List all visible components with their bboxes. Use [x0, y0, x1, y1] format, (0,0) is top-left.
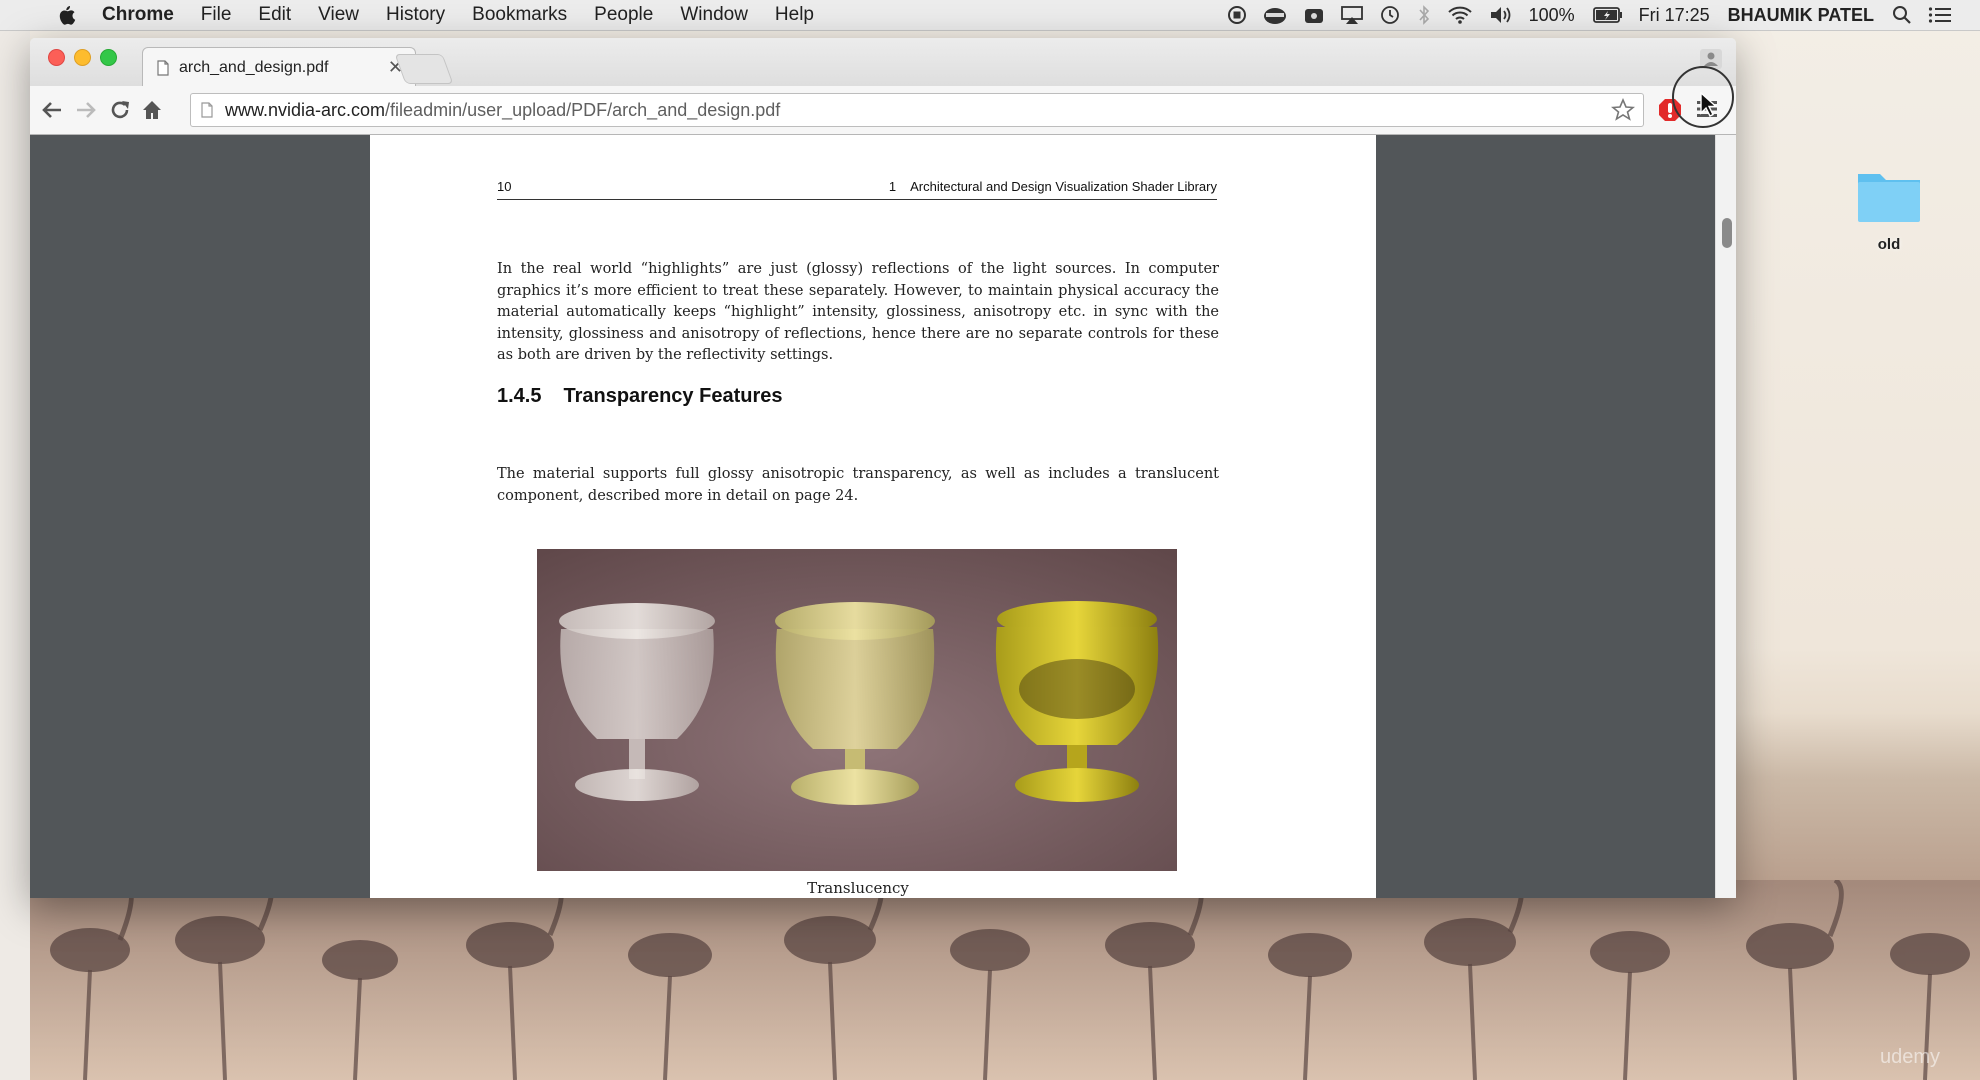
battery-icon[interactable] [1592, 6, 1623, 24]
url-host: www.nvidia-arc.com [225, 99, 386, 120]
spotlight-search-icon[interactable] [1892, 5, 1912, 25]
menubar-status-area: 100% Fri 17:25 BHAUMIK PATEL [1227, 0, 1980, 30]
pdf-viewer[interactable]: 10 1 Architectural and Design Visualizati… [30, 135, 1736, 898]
airplay-icon[interactable] [1340, 5, 1363, 25]
menu-history[interactable]: History [386, 4, 445, 26]
video-watermark: udemy [1880, 1046, 1941, 1068]
browser-tab-active[interactable]: arch_and_design.pdf ✕ [142, 47, 416, 87]
menu-people[interactable]: People [594, 4, 653, 26]
url-text[interactable]: www.nvidia-arc.com/fileadmin/user_upload… [225, 100, 1611, 121]
window-minimize-button[interactable] [74, 49, 91, 66]
chrome-window: arch_and_design.pdf ✕ www.nvidia-arc.com… [30, 38, 1736, 898]
new-tab-button[interactable] [394, 54, 454, 84]
figure-caption: Translucency [807, 879, 909, 897]
url-path: /fileadmin/user_upload/PDF/arch_and_desi… [385, 99, 781, 120]
home-button[interactable] [138, 96, 166, 124]
pdf-page-number: 10 [497, 179, 512, 194]
pdf-chapter-number: 1 [888, 179, 897, 194]
helmet-icon[interactable] [1263, 5, 1287, 25]
tab-title: arch_and_design.pdf [179, 58, 329, 76]
flamingo-wallpaper-art [30, 880, 1980, 1080]
folder-label[interactable]: old [1840, 236, 1938, 253]
pdf-section-number: 1.4.5 [497, 385, 542, 407]
address-bar[interactable]: www.nvidia-arc.com/fileadmin/user_upload… [190, 93, 1644, 127]
pdf-chapter-title: Architectural and Design Visualization S… [910, 179, 1217, 194]
forward-button[interactable] [72, 96, 100, 124]
wifi-icon[interactable] [1447, 5, 1473, 25]
back-button[interactable] [38, 96, 66, 124]
macos-menubar: Chrome File Edit View History Bookmarks … [0, 0, 1980, 31]
menu-bookmarks[interactable]: Bookmarks [472, 4, 567, 26]
record-icon[interactable] [1227, 5, 1247, 25]
window-titlebar[interactable]: arch_and_design.pdf ✕ [30, 38, 1736, 87]
vertical-scrollbar[interactable] [1715, 135, 1736, 898]
battery-percentage: 100% [1528, 4, 1575, 25]
mouse-pointer-icon [1700, 92, 1718, 117]
pdf-section-title: Transparency Features [563, 385, 783, 407]
pdf-running-header: 10 1 Architectural and Design Visualizati… [497, 177, 1217, 200]
translucency-figure-image [537, 549, 1177, 871]
desktop-left-edge [0, 30, 30, 1080]
menu-window[interactable]: Window [680, 4, 748, 26]
bookmark-star-icon[interactable] [1611, 98, 1635, 122]
menubar-clock[interactable]: Fri 17:25 [1639, 5, 1710, 26]
window-close-button[interactable] [48, 49, 65, 66]
pdf-section-heading: 1.4.5 Transparency Features [497, 385, 782, 408]
page-icon [201, 102, 213, 118]
scrollbar-thumb[interactable] [1722, 218, 1732, 248]
pdf-page: 10 1 Architectural and Design Visualizati… [370, 135, 1376, 898]
window-zoom-button[interactable] [100, 49, 117, 66]
menu-app-name[interactable]: Chrome [102, 4, 174, 26]
menu-file[interactable]: File [201, 4, 232, 26]
time-machine-icon[interactable] [1379, 4, 1401, 26]
pdf-paragraph-transparency: The material supports full glossy anisot… [497, 466, 1219, 504]
menu-edit[interactable]: Edit [258, 4, 291, 26]
cloud-app-icon[interactable] [1303, 5, 1325, 25]
bluetooth-icon[interactable] [1417, 4, 1431, 26]
pdf-paragraph-highlights: In the real world “highlights” are just … [497, 261, 1219, 363]
reload-button[interactable] [106, 96, 134, 124]
folder-icon[interactable] [1856, 168, 1922, 224]
volume-icon[interactable] [1489, 5, 1513, 25]
menu-view[interactable]: View [318, 4, 359, 26]
menu-help[interactable]: Help [775, 4, 814, 26]
apple-menu-icon[interactable] [56, 4, 80, 26]
browser-toolbar: www.nvidia-arc.com/fileadmin/user_upload… [30, 86, 1736, 135]
notification-center-icon[interactable] [1928, 6, 1952, 24]
pdf-chapter-heading: 1 Architectural and Design Visualization … [889, 179, 1217, 194]
menubar-user-name[interactable]: BHAUMIK PATEL [1728, 5, 1874, 26]
document-icon [157, 59, 169, 76]
